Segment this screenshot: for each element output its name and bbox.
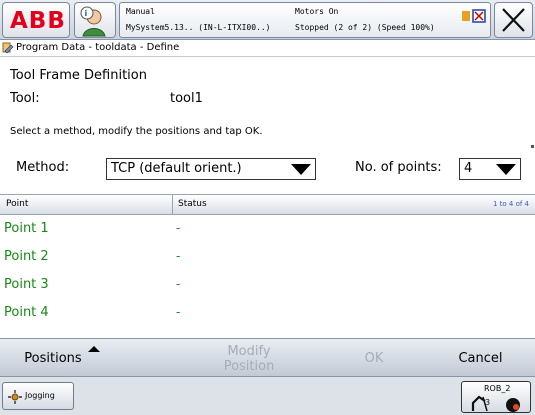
- point-name: Point 2: [4, 249, 49, 264]
- row-count: 1 to 4 of 4: [492, 200, 529, 208]
- close-button[interactable]: [494, 2, 533, 38]
- points-dropdown[interactable]: 4: [459, 158, 521, 180]
- taskbar: Jogging ROB_2 3: [0, 377, 535, 415]
- point-status: -: [176, 277, 181, 291]
- point-status: -: [176, 249, 181, 263]
- program-data-icon: [2, 42, 14, 54]
- tool-label: Tool:: [10, 91, 40, 106]
- points-label: No. of points:: [355, 160, 442, 175]
- system-name: MySystem5.13.. (IN-L-ITXI00..): [126, 23, 271, 32]
- point-status: -: [176, 221, 181, 235]
- jogging-label: Jogging: [25, 391, 55, 400]
- abb-menu-button[interactable]: ABB: [2, 2, 70, 38]
- modify-position-label: Modify Position: [224, 344, 275, 374]
- point-name: Point 3: [4, 277, 49, 292]
- scroll-marker: [531, 145, 534, 148]
- table-header: Point Status 1 to 4 of 4: [0, 194, 535, 215]
- quickset-button[interactable]: ROB_2 3: [461, 381, 531, 413]
- dropdown-arrow-icon: [496, 164, 516, 175]
- status-icons: [462, 9, 486, 23]
- point-name: Point 1: [4, 221, 49, 236]
- close-icon: [502, 8, 525, 32]
- dropdown-arrow-icon: [291, 164, 311, 175]
- column-divider: [172, 195, 173, 215]
- abb-logo: ABB: [10, 8, 66, 34]
- section-heading: Tool Frame Definition: [10, 68, 147, 83]
- method-dropdown[interactable]: TCP (default orient.): [106, 158, 316, 180]
- table-row[interactable]: Point 3 -: [0, 271, 535, 299]
- table-row[interactable]: Point 2 -: [0, 243, 535, 271]
- modify-line-2: Position: [223, 358, 275, 374]
- svg-text:3: 3: [485, 398, 490, 407]
- points-value: 4: [464, 161, 473, 176]
- instruction-text: Select a method, modify the positions an…: [10, 126, 263, 137]
- top-bar: ABB i Manual MySystem5.13.. (IN-L-ITXI00…: [0, 0, 535, 40]
- column-header-point[interactable]: Point: [6, 199, 28, 209]
- program-state: Stopped (2 of 2) (Speed 100%): [295, 23, 435, 32]
- cancel-button[interactable]: Cancel: [426, 339, 535, 378]
- page-title: Program Data - tooldata - Define: [16, 42, 180, 53]
- ok-label: OK: [364, 351, 384, 366]
- status-display[interactable]: Manual MySystem5.13.. (IN-L-ITXI00..) Mo…: [119, 2, 491, 38]
- positions-label: Positions: [24, 351, 82, 366]
- method-label: Method:: [16, 160, 70, 175]
- point-status: -: [176, 305, 181, 319]
- positions-menu-button[interactable]: Positions: [0, 339, 106, 378]
- table-row[interactable]: Point 4 -: [0, 299, 535, 327]
- cancel-label: Cancel: [458, 351, 503, 366]
- svg-text:i: i: [85, 9, 88, 18]
- user-icon: i: [80, 6, 106, 37]
- menu-up-arrow-icon: [88, 346, 100, 352]
- tool-value: tool1: [170, 91, 203, 106]
- robot-unit-label: ROB_2: [484, 384, 511, 393]
- point-name: Point 4: [4, 305, 49, 320]
- column-header-status[interactable]: Status: [178, 199, 207, 209]
- title-bar: Program Data - tooldata - Define: [0, 40, 535, 57]
- user-button[interactable]: i: [74, 2, 116, 38]
- table-row[interactable]: Point 1 -: [0, 215, 535, 243]
- jogging-button[interactable]: Jogging: [2, 382, 74, 410]
- jogging-icon: [8, 390, 22, 404]
- method-value: TCP (default orient.): [111, 161, 242, 176]
- ok-button[interactable]: OK: [334, 339, 414, 378]
- command-bar: Positions Modify Position OK Cancel: [0, 338, 535, 377]
- robot-icon: 3: [471, 395, 520, 412]
- motors-state: Motors On: [295, 7, 339, 16]
- modify-position-button[interactable]: Modify Position: [178, 339, 320, 378]
- operating-mode: Manual: [126, 7, 155, 16]
- modify-line-1: Modify: [227, 343, 271, 359]
